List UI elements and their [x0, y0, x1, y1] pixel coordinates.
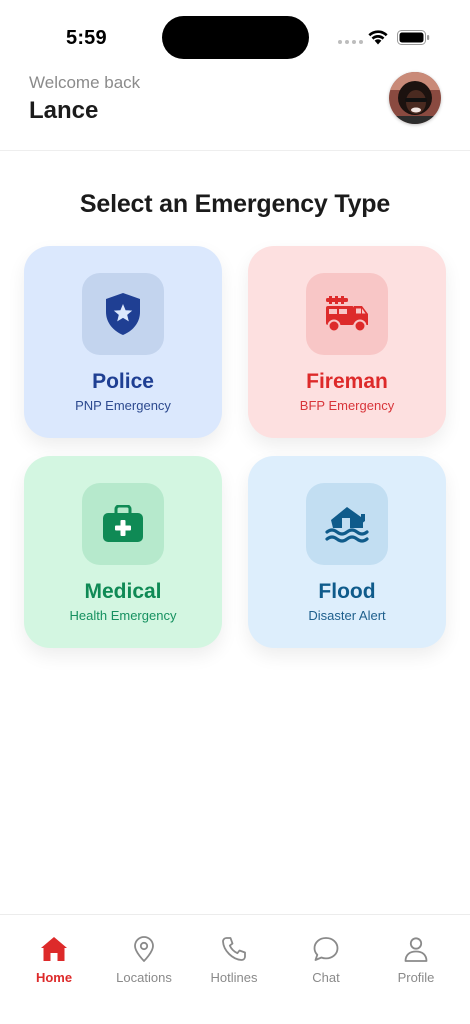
police-icon-box: [82, 273, 164, 355]
bottom-tab-bar: Home Locations Hotlines Chat Profile: [0, 914, 470, 1024]
flood-house-icon: [325, 507, 369, 543]
flood-icon-box: [306, 483, 388, 565]
tab-home[interactable]: Home: [9, 935, 99, 995]
status-bar: 5:59: [0, 0, 470, 70]
tab-chat-label: Chat: [312, 970, 340, 985]
welcome-text: Welcome back: [29, 73, 141, 92]
medical-card-title: Medical: [84, 580, 162, 603]
wifi-icon: [368, 30, 388, 45]
flood-card-subtitle: Disaster Alert: [308, 608, 386, 623]
tab-profile-label: Profile: [397, 970, 435, 985]
flood-card-title: Flood: [318, 580, 376, 603]
police-card-title: Police: [92, 370, 154, 393]
page-title: Select an Emergency Type: [79, 190, 391, 218]
police-card-subtitle: PNP Emergency: [75, 398, 171, 413]
fire-truck-icon: [326, 296, 368, 333]
police-emergency-card[interactable]: Police PNP Emergency: [24, 246, 222, 438]
tab-locations-label: Locations: [116, 970, 172, 985]
tab-hotlines[interactable]: Hotlines: [189, 935, 279, 995]
battery-icon: [397, 30, 430, 45]
medical-card-subtitle: Health Emergency: [69, 608, 177, 623]
status-time: 5:59: [66, 27, 107, 49]
medical-kit-icon: [103, 505, 143, 542]
dynamic-island: [162, 16, 309, 59]
fireman-emergency-card[interactable]: Fireman BFP Emergency: [248, 246, 446, 438]
fireman-card-subtitle: BFP Emergency: [299, 398, 395, 413]
tab-profile[interactable]: Profile: [371, 935, 461, 995]
fireman-icon-box: [306, 273, 388, 355]
tab-home-label: Home: [35, 970, 73, 985]
header: Welcome back Lance: [0, 70, 470, 151]
person-icon: [404, 937, 428, 962]
medical-icon-box: [82, 483, 164, 565]
medical-emergency-card[interactable]: Medical Health Emergency: [24, 456, 222, 648]
user-name: Lance: [29, 97, 99, 124]
location-pin-icon: [134, 936, 154, 962]
flood-emergency-card[interactable]: Flood Disaster Alert: [248, 456, 446, 648]
phone-icon: [222, 937, 246, 961]
tab-hotlines-label: Hotlines: [210, 970, 258, 985]
fireman-card-title: Fireman: [306, 370, 388, 393]
tab-locations[interactable]: Locations: [99, 935, 189, 995]
chat-bubble-icon: [313, 937, 339, 961]
cellular-signal-icon: [338, 40, 363, 44]
home-icon: [41, 937, 67, 961]
avatar[interactable]: [389, 72, 441, 124]
shield-star-icon: [106, 293, 140, 335]
tab-chat[interactable]: Chat: [281, 935, 371, 995]
